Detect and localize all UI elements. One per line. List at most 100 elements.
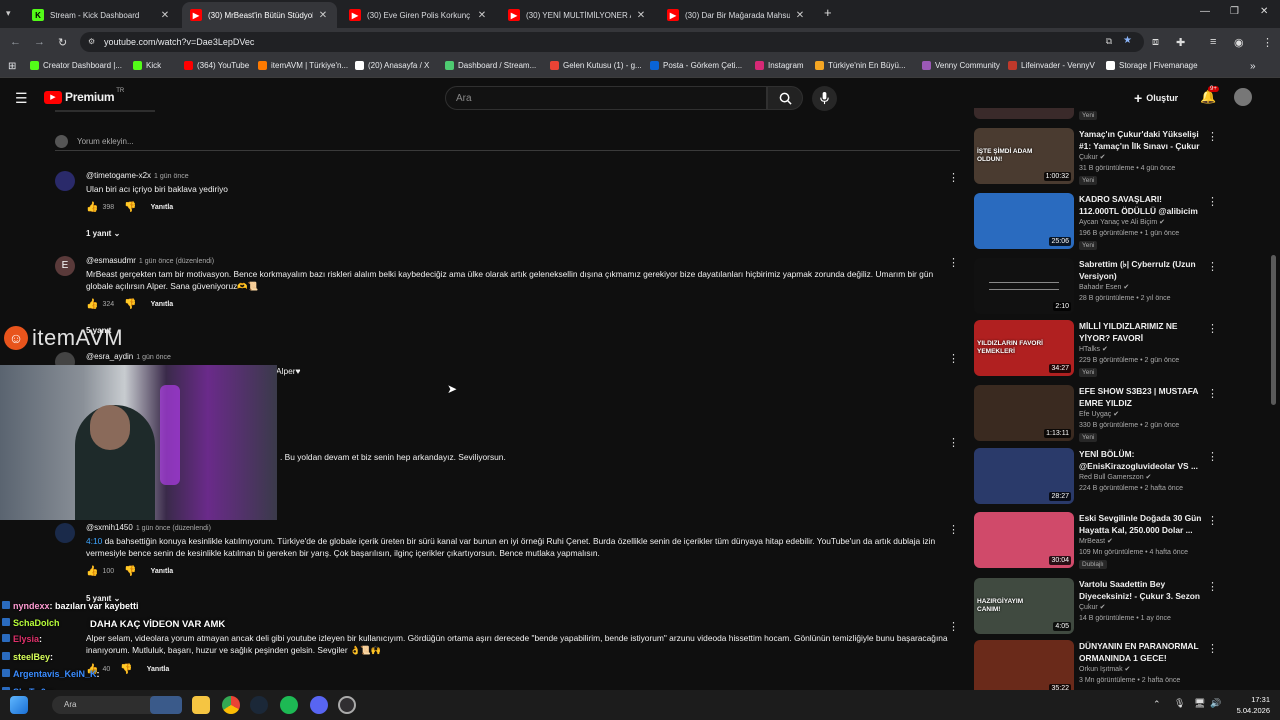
bookmark-item[interactable]: Instagram [755, 61, 804, 70]
minimize-icon[interactable]: — [1200, 6, 1210, 17]
video-menu-icon[interactable]: ⋮ [1207, 580, 1218, 593]
related-video[interactable]: Yeni [974, 108, 1234, 124]
comment-author[interactable]: @sxmih1450 [86, 523, 133, 532]
bookmark-item[interactable]: Storage | Fivemanage [1106, 61, 1198, 70]
notifications-button[interactable]: 🔔 9+ [1200, 86, 1219, 105]
tab-close-icon[interactable]: ✕ [794, 10, 806, 21]
new-tab-button[interactable]: + [824, 5, 832, 20]
bookmark-item[interactable]: (364) YouTube [184, 61, 249, 70]
video-menu-icon[interactable]: ⋮ [1207, 514, 1218, 527]
tray-up-icon[interactable]: ⌃ [1153, 699, 1161, 710]
clock[interactable]: 17:31 5.04.2026 [1230, 694, 1270, 716]
tab-close-icon[interactable]: ✕ [635, 10, 647, 21]
reply-button[interactable]: Yanıtla [151, 301, 174, 308]
channel-name[interactable]: HTalks ✔ [1079, 345, 1108, 353]
file-explorer-icon[interactable] [192, 696, 210, 714]
tab[interactable]: ▶ (30) YENİ MULTİMİLYONER ARA ✕ [500, 2, 655, 28]
related-video[interactable]: 30:04 Eski Sevgilinle Doğada 30 Gün Haya… [974, 512, 1234, 572]
comment-menu-icon[interactable]: ⋮ [948, 171, 959, 184]
add-comment-row[interactable]: Yorum ekleyin... [55, 135, 960, 151]
apps-icon[interactable]: ⊞ [8, 61, 16, 72]
search-input[interactable]: Ara [445, 86, 767, 110]
maximize-icon[interactable]: ❐ [1230, 6, 1239, 17]
discord-icon[interactable] [310, 696, 328, 714]
video-title[interactable]: Sabrettim (♭| Cyberrulz (Uzun Versiyon) [1079, 258, 1202, 282]
tab[interactable]: ▶ (30) MrBeast'in Bütün Stüdyolar ✕ [182, 2, 337, 28]
network-icon[interactable]: 🖥 [1194, 698, 1205, 709]
back-icon[interactable]: ← [10, 36, 21, 48]
reply-button[interactable]: Yanıtla [147, 666, 170, 673]
bookmark-item[interactable]: Türkiye'nin En Büyü... [815, 61, 906, 70]
mic-tray-icon[interactable]: 🎙 [1174, 698, 1185, 709]
voice-search-button[interactable] [812, 86, 837, 111]
like-icon[interactable]: 👍 [86, 202, 98, 213]
install-icon[interactable]: ⧉ [1106, 36, 1112, 47]
dislike-icon[interactable]: 👎 [120, 664, 132, 675]
video-title[interactable]: Yamaç'ın Çukur'daki Yükselişi #1: Yamaç'… [1079, 128, 1202, 152]
channel-name[interactable]: Çukur ✔ [1079, 603, 1106, 611]
tab-close-icon[interactable]: ✕ [476, 10, 488, 21]
like-icon[interactable]: 👍 [86, 299, 98, 310]
site-info-icon[interactable]: ⚙ [88, 37, 95, 46]
comment-time[interactable]: 1 gün önce [154, 173, 189, 180]
comment-time[interactable]: 1 gün önce (düzenlendi) [136, 525, 211, 532]
video-thumbnail[interactable]: HAZIRGİYAYIM CANIM! 4:05 [974, 578, 1074, 634]
bookmark-item[interactable]: (20) Anasayfa / X [355, 61, 429, 70]
related-video[interactable]: 1:13:11 EFE SHOW S3B23 | MUSTAFA EMRE YI… [974, 385, 1234, 445]
comment-author[interactable]: @esra_aydin [86, 352, 133, 361]
bookmark-item[interactable]: Posta - Görkem Çeti... [650, 61, 742, 70]
video-thumbnail[interactable]: 30:04 [974, 512, 1074, 568]
search-button[interactable] [767, 86, 803, 110]
comment-time[interactable]: 1 gün önce (düzenlendi) [139, 258, 214, 265]
channel-name[interactable]: Çukur ✔ [1079, 153, 1106, 161]
related-video[interactable]: 2:10 Sabrettim (♭| Cyberrulz (Uzun Versi… [974, 258, 1234, 318]
dislike-icon[interactable]: 👎 [124, 566, 136, 577]
related-video[interactable]: 25:06 KADRO SAVAŞLARI! 112.000TL ÖDÜLLÜ … [974, 193, 1234, 253]
video-menu-icon[interactable]: ⋮ [1207, 130, 1218, 143]
related-video[interactable]: 28:27 YENİ BÖLÜM: @EnisKirazogluvideolar… [974, 448, 1234, 508]
media-icon[interactable]: ≡ [1210, 36, 1216, 48]
comment-avatar[interactable]: E [55, 256, 75, 276]
channel-name[interactable]: Bahadır Esen ✔ [1079, 283, 1129, 291]
comment-author[interactable]: @timetogame-x2x [86, 171, 151, 180]
tab-close-icon[interactable]: ✕ [317, 10, 329, 21]
comment-menu-icon[interactable]: ⋮ [948, 256, 959, 269]
avatar[interactable] [1234, 88, 1252, 106]
youtube-logo[interactable]: ▶ Premium TR [44, 88, 124, 104]
bookmark-item[interactable]: Creator Dashboard |... [30, 61, 122, 70]
video-title[interactable]: KADRO SAVAŞLARI! 112.000TL ÖDÜLLÜ @alibi… [1079, 193, 1202, 217]
scrollbar[interactable] [1271, 255, 1276, 405]
video-title[interactable]: Vartolu Saadettin Bey Diyeceksiniz! - Çu… [1079, 578, 1202, 602]
video-thumbnail[interactable]: 25:06 [974, 193, 1074, 249]
tab-close-icon[interactable]: ✕ [159, 10, 171, 21]
replies-toggle[interactable]: 1 yanıt ⌄ [86, 229, 120, 238]
taskbar-search-input[interactable]: Ara [52, 696, 162, 714]
dislike-icon[interactable]: 👎 [124, 299, 136, 310]
video-title[interactable]: DÜNYANIN EN PARANORMAL ORMANINDA 1 GECE! [1079, 640, 1202, 664]
dislike-icon[interactable]: 👎 [124, 202, 136, 213]
channel-name[interactable]: Red Bull Gamerszon ✔ [1079, 473, 1151, 481]
bookmark-item[interactable]: Dashboard / Stream... [445, 61, 536, 70]
comment-menu-icon[interactable]: ⋮ [948, 436, 959, 449]
related-video[interactable]: HAZIRGİYAYIM CANIM! 4:05 Vartolu Saadetti… [974, 578, 1234, 638]
video-menu-icon[interactable]: ⋮ [1207, 387, 1218, 400]
comment-menu-icon[interactable]: ⋮ [948, 523, 959, 536]
comment-menu-icon[interactable]: ⋮ [948, 352, 959, 365]
video-title[interactable]: YENİ BÖLÜM: @EnisKirazogluvideolar VS ..… [1079, 448, 1202, 472]
obs-icon[interactable] [338, 696, 356, 714]
more-bookmarks-icon[interactable]: » [1250, 61, 1256, 72]
related-video[interactable]: İŞTE ŞİMDİ ADAM OLDUN! 1:00:32 Yamaç'ın Ç… [974, 128, 1234, 188]
reload-icon[interactable]: ↻ [58, 36, 67, 49]
bookmark-item[interactable]: Venny Community [922, 61, 1000, 70]
channel-name[interactable]: Orkun Işıtmak ✔ [1079, 665, 1130, 673]
related-video[interactable]: YILDIZLARIN FAVORİ YEMEKLERİ 34:27 MİLLİ … [974, 320, 1234, 380]
video-menu-icon[interactable]: ⋮ [1207, 195, 1218, 208]
bookmark-item[interactable]: Gelen Kutusu (1) - g... [550, 61, 642, 70]
video-thumbnail[interactable]: 28:27 [974, 448, 1074, 504]
hamburger-menu-icon[interactable]: ☰ [15, 90, 28, 107]
video-thumbnail[interactable] [974, 108, 1074, 119]
video-menu-icon[interactable]: ⋮ [1207, 450, 1218, 463]
close-window-icon[interactable]: ✕ [1260, 6, 1268, 17]
comment-author[interactable]: @esmasudmr [86, 256, 136, 265]
bookmark-item[interactable]: itemAVM | Türkiye'n... [258, 61, 348, 70]
